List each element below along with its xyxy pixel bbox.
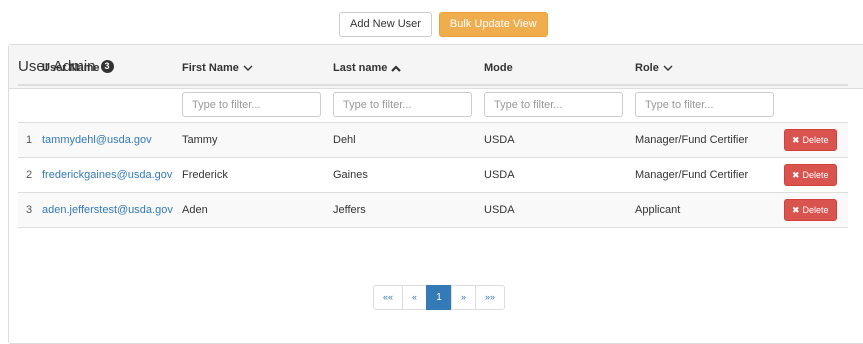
user-email-link[interactable]: aden.jefferstest@usda.gov xyxy=(42,193,173,227)
close-icon: ✖ xyxy=(792,170,800,180)
table-header-row: User Name First Name Last name Mode Role xyxy=(18,51,848,86)
delete-button[interactable]: ✖ Delete xyxy=(784,129,837,151)
delete-label: Delete xyxy=(802,205,829,215)
mode-cell: USDA xyxy=(484,204,515,216)
column-header-first-name[interactable]: First Name xyxy=(182,62,253,74)
chevron-down-icon xyxy=(243,65,253,71)
top-actions: Add New User Bulk Update View xyxy=(339,12,548,37)
first-name-cell: Aden xyxy=(182,204,208,216)
last-name-cell: Dehl xyxy=(333,134,356,146)
table-row: 1 tammydehl@usda.gov Tammy Dehl USDA Man… xyxy=(18,123,848,158)
last-page-button[interactable]: »» xyxy=(475,285,505,310)
last-name-cell: Jeffers xyxy=(333,204,366,216)
role-cell: Manager/Fund Certifier xyxy=(635,169,749,181)
role-cell: Manager/Fund Certifier xyxy=(635,134,749,146)
first-name-filter-input[interactable] xyxy=(182,92,321,117)
bulk-update-view-button[interactable]: Bulk Update View xyxy=(438,12,548,37)
add-new-user-button[interactable]: Add New User xyxy=(339,12,432,37)
next-page-button[interactable]: » xyxy=(451,285,476,310)
role-filter-input[interactable] xyxy=(635,92,774,117)
mode-filter-input[interactable] xyxy=(484,92,623,117)
delete-label: Delete xyxy=(802,135,829,145)
delete-button[interactable]: ✖ Delete xyxy=(784,199,837,221)
last-name-cell: Gaines xyxy=(333,169,368,181)
user-table: User Name First Name Last name Mode Role… xyxy=(18,51,848,228)
delete-button[interactable]: ✖ Delete xyxy=(784,164,837,186)
table-row: 3 aden.jefferstest@usda.gov Aden Jeffers… xyxy=(18,193,848,228)
delete-label: Delete xyxy=(802,170,829,180)
column-header-last-name[interactable]: Last name xyxy=(333,62,402,74)
table-row: 2 frederickgaines@usda.gov Frederick Gai… xyxy=(18,158,848,193)
pagination: «« « 1 » »» xyxy=(373,285,505,310)
close-icon: ✖ xyxy=(792,135,800,145)
prev-page-button[interactable]: « xyxy=(402,285,427,310)
column-header-role[interactable]: Role xyxy=(635,62,673,74)
chevron-down-icon xyxy=(663,65,673,71)
first-name-cell: Tammy xyxy=(182,134,218,146)
row-index: 3 xyxy=(26,204,33,216)
column-header-user-name[interactable]: User Name xyxy=(42,62,99,74)
caret-up-icon xyxy=(391,64,402,72)
row-index: 1 xyxy=(26,134,33,146)
first-name-cell: Frederick xyxy=(182,169,228,181)
user-email-link[interactable]: tammydehl@usda.gov xyxy=(42,123,152,157)
close-icon: ✖ xyxy=(792,205,800,215)
mode-cell: USDA xyxy=(484,134,515,146)
column-header-mode[interactable]: Mode xyxy=(484,62,513,74)
page-1-button[interactable]: 1 xyxy=(426,285,452,310)
user-email-link[interactable]: frederickgaines@usda.gov xyxy=(42,158,172,192)
mode-cell: USDA xyxy=(484,169,515,181)
first-page-button[interactable]: «« xyxy=(373,285,403,310)
filter-row xyxy=(18,86,848,123)
row-index: 2 xyxy=(26,169,33,181)
last-name-filter-input[interactable] xyxy=(333,92,472,117)
role-cell: Applicant xyxy=(635,204,681,216)
